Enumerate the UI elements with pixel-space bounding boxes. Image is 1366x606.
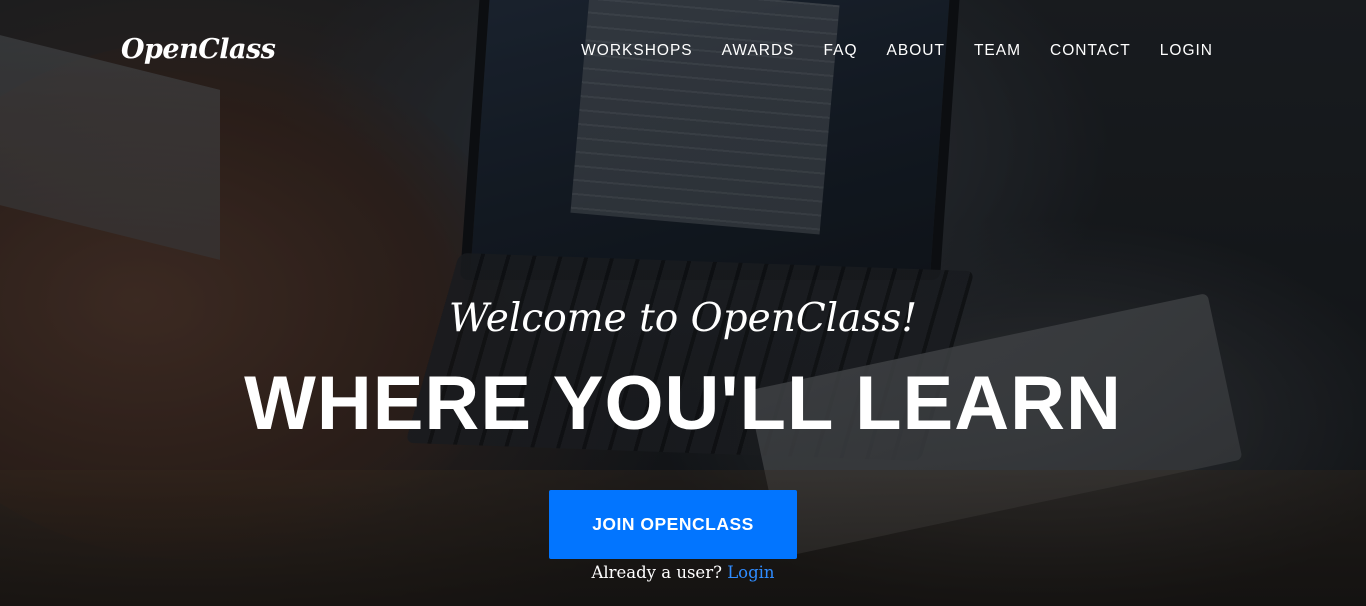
nav-item-workshops[interactable]: WORKSHOPS	[581, 41, 692, 61]
brand-logo[interactable]: OpenClass	[121, 34, 276, 65]
already-user-text: Already a user? Login	[0, 562, 1366, 584]
login-link[interactable]: Login	[727, 563, 774, 582]
nav-item-login[interactable]: LOGIN	[1160, 41, 1213, 61]
nav-item-about[interactable]: ABOUT	[887, 41, 945, 61]
nav-menu: WORKSHOPS AWARDS FAQ ABOUT TEAM CONTACT …	[552, 41, 1213, 61]
nav-item-contact[interactable]: CONTACT	[1050, 41, 1131, 61]
nav-item-awards[interactable]: AWARDS	[722, 41, 795, 61]
hero-subheading: Welcome to OpenClass!	[448, 296, 918, 341]
join-openclass-button[interactable]: JOIN OPENCLASS	[549, 490, 797, 559]
hero-section: OpenClass WORKSHOPS AWARDS FAQ ABOUT TEA…	[0, 0, 1366, 606]
already-user-label: Already a user?	[591, 563, 722, 582]
hero-heading: WHERE YOU'LL LEARN	[244, 361, 1122, 446]
nav-item-faq[interactable]: FAQ	[824, 41, 858, 61]
navbar: OpenClass WORKSHOPS AWARDS FAQ ABOUT TEA…	[0, 0, 1366, 104]
nav-item-team[interactable]: TEAM	[974, 41, 1021, 61]
